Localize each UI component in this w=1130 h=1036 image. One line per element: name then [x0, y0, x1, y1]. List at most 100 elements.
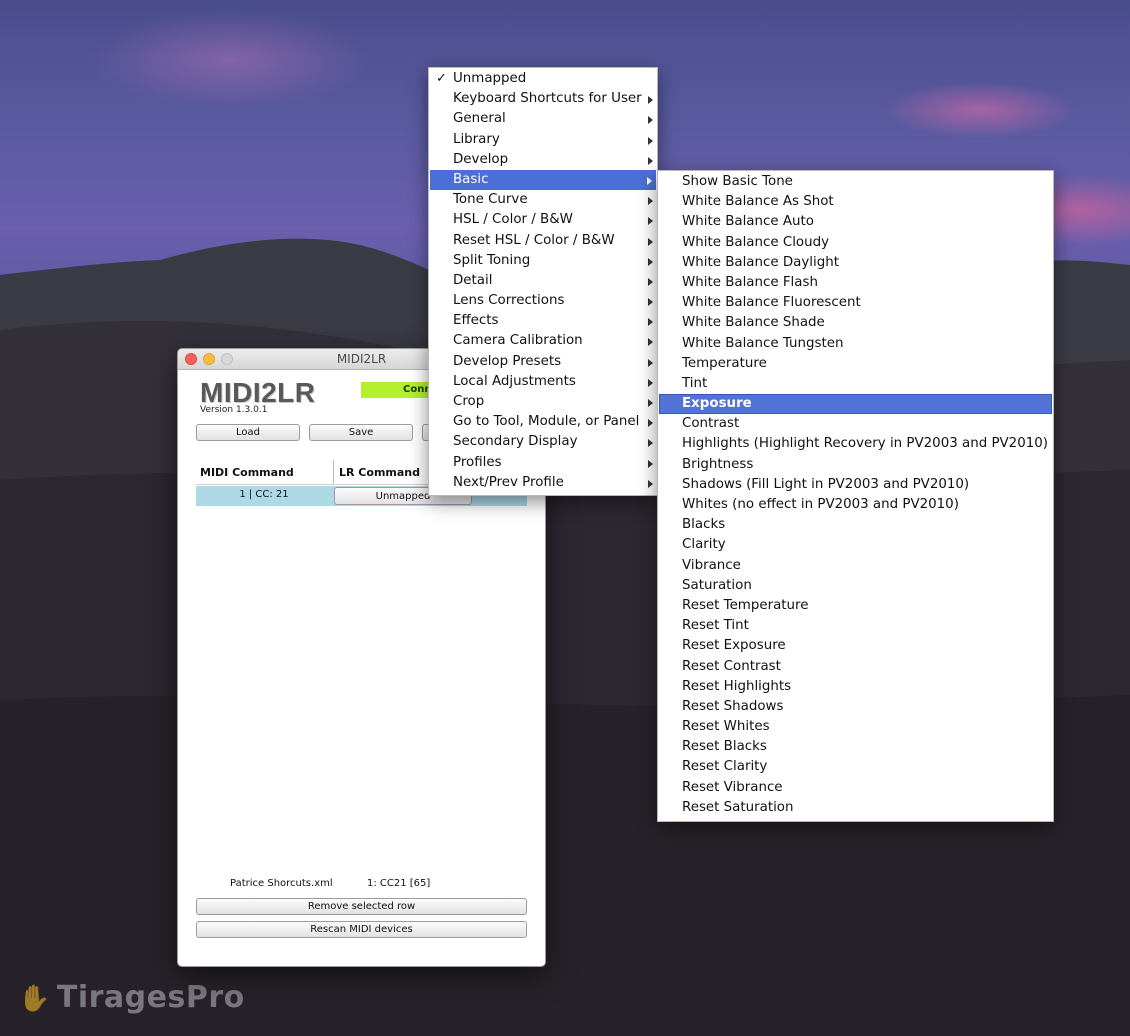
menu-item-label: Split Toning [453, 252, 531, 268]
submenu-item-reset-saturation[interactable]: Reset Saturation [658, 798, 1053, 818]
menu-item-hsl-color-b-w[interactable]: HSL / Color / B&W [429, 210, 657, 230]
submenu-item-show-basic-tone[interactable]: Show Basic Tone [658, 172, 1053, 192]
submenu-arrow-icon [648, 197, 653, 206]
submenu-item-reset-blacks[interactable]: Reset Blacks [658, 737, 1053, 757]
menu-item-label: Camera Calibration [453, 333, 583, 349]
submenu-item-label: Highlights (Highlight Recovery in PV2003… [682, 436, 1048, 452]
submenu-item-shadows-fill-light-in-pv2003-and-pv2010[interactable]: Shadows (Fill Light in PV2003 and PV2010… [658, 475, 1053, 495]
submenu-item-reset-clarity[interactable]: Reset Clarity [658, 757, 1053, 777]
submenu-item-label: Reset Clarity [682, 759, 768, 775]
submenu-item-label: Reset Blacks [682, 739, 767, 755]
submenu-item-label: White Balance Fluorescent [682, 295, 861, 311]
submenu-item-contrast[interactable]: Contrast [658, 414, 1053, 434]
submenu-item-reset-vibrance[interactable]: Reset Vibrance [658, 778, 1053, 798]
command-menu: ✓ Unmapped Keyboard Shortcuts for User Gene… [428, 67, 658, 496]
submenu-item-label: Shadows (Fill Light in PV2003 and PV2010… [682, 476, 970, 492]
submenu-item-label: White Balance Tungsten [682, 335, 844, 351]
submenu-item-clarity[interactable]: Clarity [658, 535, 1053, 555]
menu-item-label: Next/Prev Profile [453, 474, 564, 490]
submenu-item-label: Reset Shadows [682, 698, 784, 714]
submenu-item-label: Reset Exposure [682, 638, 786, 654]
menu-item-basic[interactable]: Basic [430, 169, 656, 191]
load-button[interactable]: Load [196, 424, 300, 441]
menu-item-go-to-tool-module-or-panel[interactable]: Go to Tool, Module, or Panel [429, 412, 657, 432]
menu-item-profiles[interactable]: Profiles [429, 453, 657, 473]
submenu-item-label: White Balance Cloudy [682, 234, 830, 250]
menu-item-general[interactable]: General [429, 109, 657, 129]
watermark: ✋ TiragesPro [18, 980, 245, 1015]
submenu-item-label: Blacks [682, 517, 726, 533]
submenu-arrow-icon [648, 459, 653, 468]
menu-item-label: Library [453, 131, 500, 147]
desktop-wallpaper: ✋ TiragesPro MIDI2LR MIDI2LR Version 1.3.… [0, 0, 1130, 1036]
submenu-item-exposure[interactable]: Exposure [659, 394, 1052, 415]
submenu-item-brightness[interactable]: Brightness [658, 455, 1053, 475]
submenu-arrow-icon [648, 237, 653, 246]
submenu-arrow-icon [648, 136, 653, 145]
submenu-arrow-icon [648, 358, 653, 367]
submenu-item-label: Saturation [682, 577, 752, 593]
menu-item-secondary-display[interactable]: Secondary Display [429, 432, 657, 452]
submenu-arrow-icon [648, 479, 653, 488]
submenu-item-white-balance-fluorescent[interactable]: White Balance Fluorescent [658, 293, 1053, 313]
submenu-item-highlights-highlight-recovery-in-pv2003-and-pv2010[interactable]: Highlights (Highlight Recovery in PV2003… [658, 434, 1053, 454]
submenu-item-white-balance-flash[interactable]: White Balance Flash [658, 273, 1053, 293]
submenu-item-whites-no-effect-in-pv2003-and-pv2010[interactable]: Whites (no effect in PV2003 and PV2010) [658, 495, 1053, 515]
submenu-item-tint[interactable]: Tint [658, 374, 1053, 394]
submenu-item-label: Temperature [682, 355, 767, 371]
submenu-item-white-balance-tungsten[interactable]: White Balance Tungsten [658, 334, 1053, 354]
column-header-lr: LR Command [339, 466, 420, 479]
menu-item-label: Basic [453, 171, 489, 187]
submenu-item-white-balance-shade[interactable]: White Balance Shade [658, 313, 1053, 333]
submenu-arrow-icon [648, 439, 653, 448]
save-button[interactable]: Save [309, 424, 413, 441]
column-divider[interactable] [333, 460, 334, 484]
menu-item-unmapped[interactable]: ✓ Unmapped [429, 69, 657, 89]
submenu-item-reset-highlights[interactable]: Reset Highlights [658, 677, 1053, 697]
last-midi-message: 1: CC21 [65] [367, 878, 431, 889]
submenu-item-label: Reset Saturation [682, 799, 794, 815]
submenu-item-reset-whites[interactable]: Reset Whites [658, 717, 1053, 737]
submenu-arrow-icon [648, 96, 653, 105]
hand-icon: ✋ [18, 984, 51, 1014]
submenu-item-temperature[interactable]: Temperature [658, 354, 1053, 374]
remove-selected-row-button[interactable]: Remove selected row [196, 898, 527, 915]
submenu-item-reset-contrast[interactable]: Reset Contrast [658, 657, 1053, 677]
menu-item-lens-corrections[interactable]: Lens Corrections [429, 291, 657, 311]
menu-item-detail[interactable]: Detail [429, 271, 657, 291]
menu-item-label: Effects [453, 313, 499, 329]
menu-item-next-prev-profile[interactable]: Next/Prev Profile [429, 473, 657, 493]
submenu-item-white-balance-daylight[interactable]: White Balance Daylight [658, 253, 1053, 273]
rescan-midi-devices-button[interactable]: Rescan MIDI devices [196, 921, 527, 938]
submenu-item-vibrance[interactable]: Vibrance [658, 556, 1053, 576]
submenu-item-reset-shadows[interactable]: Reset Shadows [658, 697, 1053, 717]
submenu-item-label: Contrast [682, 416, 740, 432]
menu-item-label: Develop [453, 151, 509, 167]
submenu-item-label: Vibrance [682, 557, 741, 573]
submenu-item-reset-exposure[interactable]: Reset Exposure [658, 636, 1053, 656]
submenu-arrow-icon [647, 176, 652, 185]
menu-item-tone-curve[interactable]: Tone Curve [429, 190, 657, 210]
menu-item-label: Keyboard Shortcuts for User [453, 91, 642, 107]
menu-item-keyboard-shortcuts-for-user[interactable]: Keyboard Shortcuts for User [429, 89, 657, 109]
submenu-item-reset-tint[interactable]: Reset Tint [658, 616, 1053, 636]
menu-item-develop-presets[interactable]: Develop Presets [429, 352, 657, 372]
menu-item-label: General [453, 111, 506, 127]
profile-file-label: Patrice Shorcuts.xml [230, 878, 333, 889]
menu-item-local-adjustments[interactable]: Local Adjustments [429, 372, 657, 392]
menu-item-develop[interactable]: Develop [429, 150, 657, 170]
menu-item-crop[interactable]: Crop [429, 392, 657, 412]
submenu-item-white-balance-auto[interactable]: White Balance Auto [658, 212, 1053, 232]
menu-item-reset-hsl-color-b-w[interactable]: Reset HSL / Color / B&W [429, 231, 657, 251]
menu-item-library[interactable]: Library [429, 130, 657, 150]
menu-item-label: Lens Corrections [453, 293, 565, 309]
submenu-item-white-balance-as-shot[interactable]: White Balance As Shot [658, 192, 1053, 212]
submenu-item-white-balance-cloudy[interactable]: White Balance Cloudy [658, 233, 1053, 253]
menu-item-camera-calibration[interactable]: Camera Calibration [429, 331, 657, 351]
submenu-item-blacks[interactable]: Blacks [658, 515, 1053, 535]
menu-item-split-toning[interactable]: Split Toning [429, 251, 657, 271]
menu-item-effects[interactable]: Effects [429, 311, 657, 331]
submenu-item-reset-temperature[interactable]: Reset Temperature [658, 596, 1053, 616]
submenu-item-saturation[interactable]: Saturation [658, 576, 1053, 596]
menu-item-label: Local Adjustments [453, 373, 576, 389]
